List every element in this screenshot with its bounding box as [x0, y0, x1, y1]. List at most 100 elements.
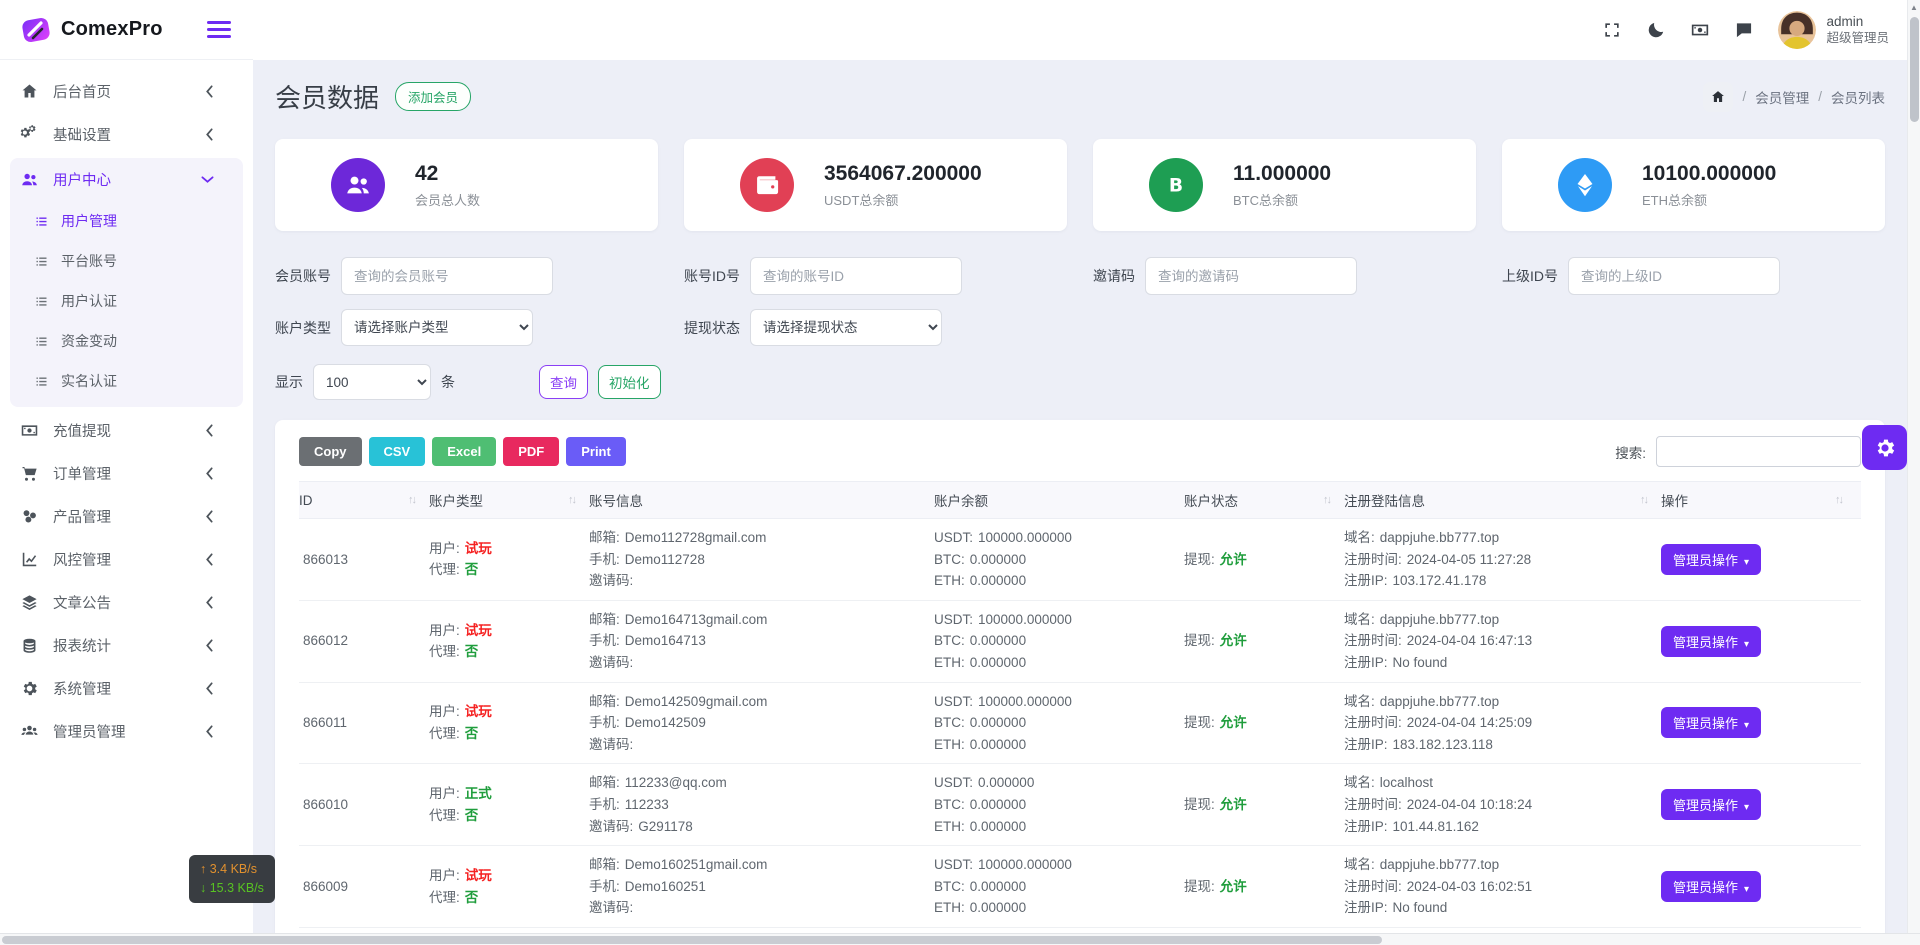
cell-register-info: 域名:dappjuhe.bb777.top 注册时间:2024-04-05 11…: [1344, 519, 1661, 600]
breadcrumb-item[interactable]: 会员列表: [1831, 87, 1885, 107]
cell-account-info: 邮箱:112233@qq.com 手机:112233 邀请码:G291178: [589, 764, 934, 845]
stat-value: 3564067.200000: [824, 162, 982, 186]
sidebar-item-label: 基础设置: [53, 124, 200, 145]
chevron-left-icon: [200, 550, 219, 569]
sidebar-item[interactable]: 基础设置: [0, 113, 253, 156]
sidebar-item[interactable]: 报表统计: [0, 624, 253, 667]
account-type-select[interactable]: 请选择账户类型: [341, 309, 533, 346]
sidebar-item[interactable]: 充值提现: [0, 409, 253, 452]
horizontal-scrollbar-thumb[interactable]: [2, 936, 1382, 944]
column-header[interactable]: 操作 ↑↓: [1661, 482, 1856, 518]
sidebar-item-user-center[interactable]: 用户中心: [10, 158, 243, 201]
breadcrumb-home[interactable]: [1703, 82, 1733, 112]
member-account-input[interactable]: [341, 257, 553, 295]
filter-label: 显示: [275, 372, 303, 392]
vertical-scrollbar[interactable]: ▲: [1907, 0, 1920, 945]
breadcrumb-item[interactable]: 会员管理: [1755, 87, 1809, 107]
column-header[interactable]: 账户类型 ↑↓: [429, 482, 589, 518]
sidebar-item[interactable]: 文章公告: [0, 581, 253, 624]
account-id-input[interactable]: [750, 257, 962, 295]
money-icon[interactable]: [1690, 20, 1710, 40]
chat-icon[interactable]: [1734, 20, 1754, 40]
admin-name: admin: [1826, 14, 1889, 31]
stat-label: BTC总余额: [1233, 190, 1331, 209]
query-button[interactable]: 查询: [539, 365, 588, 399]
reset-button[interactable]: 初始化: [598, 365, 661, 399]
sort-icon[interactable]: ↑↓: [1835, 494, 1842, 506]
search-input[interactable]: [1656, 436, 1861, 467]
cell-id: 866013: [299, 541, 429, 579]
settings-fab[interactable]: [1862, 425, 1907, 470]
sidebar-item-label: 系统管理: [53, 678, 200, 699]
sidebar-item[interactable]: 管理员管理: [0, 710, 253, 753]
list-icon: [34, 294, 49, 309]
avatar[interactable]: [1778, 11, 1816, 49]
network-speed-badge: ↑ 3.4 KB/s ↓ 15.3 KB/s: [189, 855, 275, 903]
column-header[interactable]: 账号信息: [589, 482, 934, 518]
export-button[interactable]: Excel: [432, 437, 496, 466]
admin-action-button[interactable]: 管理员操作▾: [1661, 707, 1761, 738]
sidebar-subitem[interactable]: 用户认证: [10, 281, 243, 321]
chart-icon: [20, 550, 39, 569]
download-speed: ↓ 15.3 KB/s: [200, 879, 264, 898]
add-member-button[interactable]: 添加会员: [395, 82, 471, 111]
table-body: 866013 用户:试玩 代理:否 邮箱:Demo112728gmail.com…: [299, 519, 1861, 945]
breadcrumb-separator: /: [1742, 89, 1746, 104]
sort-icon[interactable]: ↑↓: [408, 494, 415, 506]
column-header[interactable]: 账户状态 ↑↓: [1184, 482, 1344, 518]
cell-action: 管理员操作▾: [1661, 536, 1856, 583]
comexpro-logo-icon: [20, 14, 52, 46]
export-button[interactable]: PDF: [503, 437, 559, 466]
parent-id-input[interactable]: [1568, 257, 1780, 295]
sort-icon[interactable]: ↑↓: [1323, 494, 1330, 506]
sort-icon[interactable]: ↑↓: [568, 494, 575, 506]
chevron-left-icon: [200, 636, 219, 655]
fullscreen-icon[interactable]: [1602, 20, 1622, 40]
upload-speed: ↑ 3.4 KB/s: [200, 860, 264, 879]
cell-register-info: 域名:localhost 注册时间:2024-04-04 10:18:24 注册…: [1344, 764, 1661, 845]
sidebar-item-label: 管理员管理: [53, 721, 200, 742]
chevron-left-icon: [200, 464, 219, 483]
admin-info[interactable]: admin 超级管理员: [1826, 14, 1889, 47]
withdraw-status-select[interactable]: 请选择提现状态: [750, 309, 942, 346]
sidebar-subitem[interactable]: 资金变动: [10, 321, 243, 361]
cell-balance: USDT:0.000000 BTC:0.000000 ETH:0.000000: [934, 764, 1184, 845]
column-header[interactable]: ID ↑↓: [299, 482, 429, 518]
cell-id: 866010: [299, 786, 429, 824]
sidebar-subitem[interactable]: 实名认证: [10, 361, 243, 401]
sidebar-item[interactable]: 后台首页: [0, 70, 253, 113]
sidebar-item-label: 用户中心: [53, 169, 198, 190]
btc-icon: B: [1162, 171, 1190, 199]
column-header[interactable]: 注册登陆信息 ↑↓: [1344, 482, 1661, 518]
sidebar-item[interactable]: 风控管理: [0, 538, 253, 581]
users-group-icon: [20, 722, 39, 741]
list-icon: [34, 254, 49, 269]
admin-action-button[interactable]: 管理员操作▾: [1661, 871, 1761, 902]
sidebar-subitem[interactable]: 平台账号: [10, 241, 243, 281]
page-size-select[interactable]: 100: [313, 364, 431, 400]
cell-account-info: 邮箱:Demo112728gmail.com 手机:Demo112728 邀请码…: [589, 519, 934, 600]
scroll-up-arrow-icon[interactable]: ▲: [1908, 3, 1920, 12]
sidebar-item[interactable]: 系统管理: [0, 667, 253, 710]
filter-label: 上级ID号: [1502, 266, 1558, 286]
horizontal-scrollbar[interactable]: [0, 933, 1920, 945]
sidebar-item[interactable]: 订单管理: [0, 452, 253, 495]
sidebar-item[interactable]: 产品管理: [0, 495, 253, 538]
caret-down-icon: ▾: [1744, 639, 1749, 650]
vertical-scrollbar-thumb[interactable]: [1910, 17, 1919, 122]
sort-icon[interactable]: ↑↓: [1640, 494, 1647, 506]
export-button[interactable]: Copy: [299, 437, 362, 466]
page-title: 会员数据: [275, 78, 379, 115]
admin-action-button[interactable]: 管理员操作▾: [1661, 626, 1761, 657]
moon-icon[interactable]: [1646, 20, 1666, 40]
export-button[interactable]: Print: [566, 437, 626, 466]
column-header[interactable]: 账户余额: [934, 482, 1184, 518]
menu-toggle-icon[interactable]: [207, 17, 231, 42]
export-button[interactable]: CSV: [369, 437, 426, 466]
chevron-left-icon: [200, 125, 219, 144]
content: 会员数据 添加会员 / 会员管理 / 会员列表 42: [253, 60, 1907, 945]
sidebar-subitem[interactable]: 用户管理: [10, 201, 243, 241]
admin-action-button[interactable]: 管理员操作▾: [1661, 789, 1761, 820]
admin-action-button[interactable]: 管理员操作▾: [1661, 544, 1761, 575]
invite-code-input[interactable]: [1145, 257, 1357, 295]
